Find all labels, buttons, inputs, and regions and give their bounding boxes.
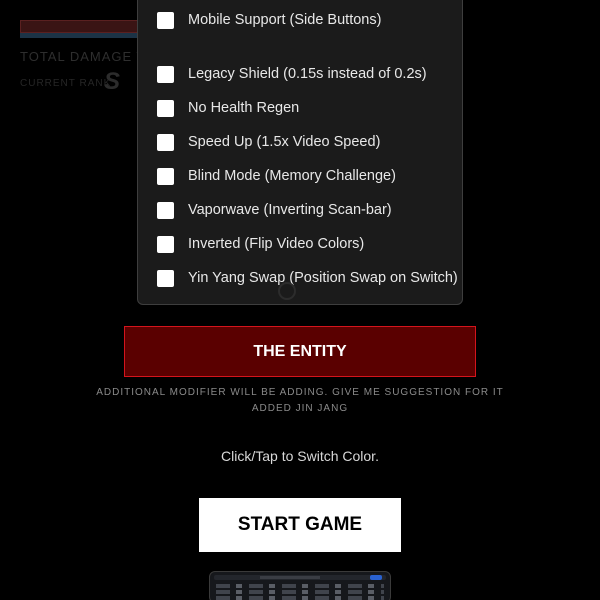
vaporwave-checkbox[interactable] bbox=[157, 201, 174, 219]
yin-yang-swap-checkbox[interactable] bbox=[157, 269, 174, 287]
loading-spinner-icon bbox=[278, 282, 296, 300]
modifier-no-health-regen[interactable]: No Health Regen bbox=[157, 97, 299, 119]
mobile-support-checkbox[interactable] bbox=[157, 11, 174, 29]
preview-content-row bbox=[216, 596, 384, 600]
video-preview-thumbnail[interactable] bbox=[209, 571, 391, 600]
modifier-label: Legacy Shield (0.15s instead of 0.2s) bbox=[188, 66, 427, 82]
modifier-vaporwave[interactable]: Vaporwave (Inverting Scan-bar) bbox=[157, 199, 392, 221]
modifier-speed-up[interactable]: Speed Up (1.5x Video Speed) bbox=[157, 131, 380, 153]
blind-mode-checkbox[interactable] bbox=[157, 167, 174, 185]
modifier-label: Yin Yang Swap (Position Swap on Switch) bbox=[188, 270, 458, 286]
preview-button bbox=[370, 575, 382, 580]
speed-up-checkbox[interactable] bbox=[157, 133, 174, 151]
rank-value: S bbox=[104, 68, 121, 95]
modifier-legacy-shield[interactable]: Legacy Shield (0.15s instead of 0.2s) bbox=[157, 63, 427, 85]
the-entity-button[interactable]: THE ENTITY bbox=[124, 326, 476, 377]
modifier-label: Mobile Support (Side Buttons) bbox=[188, 12, 382, 28]
update-note: ADDED JIN JANG bbox=[251, 403, 349, 414]
preview-search-bar bbox=[260, 576, 320, 579]
modifier-inverted[interactable]: Inverted (Flip Video Colors) bbox=[157, 233, 364, 255]
inverted-checkbox[interactable] bbox=[157, 235, 174, 253]
modifier-label: Speed Up (1.5x Video Speed) bbox=[188, 134, 381, 150]
start-game-button[interactable]: START GAME bbox=[199, 498, 401, 552]
no-health-regen-checkbox[interactable] bbox=[157, 99, 174, 117]
modifier-blind-mode[interactable]: Blind Mode (Memory Challenge) bbox=[157, 165, 396, 187]
legacy-shield-checkbox[interactable] bbox=[157, 65, 174, 83]
modifier-label: Inverted (Flip Video Colors) bbox=[188, 236, 365, 252]
modifier-yin-yang-swap[interactable]: Yin Yang Swap (Position Swap on Switch) bbox=[157, 267, 458, 289]
modifier-label: Vaporwave (Inverting Scan-bar) bbox=[188, 202, 392, 218]
preview-content-row bbox=[216, 590, 384, 594]
switch-color-hint[interactable]: Click/Tap to Switch Color. bbox=[0, 448, 600, 464]
preview-content-row bbox=[216, 584, 384, 588]
modifier-mobile-support[interactable]: Mobile Support (Side Buttons) bbox=[157, 9, 381, 31]
modifier-note: ADDITIONAL MODIFIER WILL BE ADDING. GIVE… bbox=[96, 387, 504, 398]
modifier-label: No Health Regen bbox=[188, 100, 300, 116]
rank-label: CURRENT RANK bbox=[20, 78, 112, 89]
modifier-label: Blind Mode (Memory Challenge) bbox=[188, 168, 396, 184]
game-screen: TOTAL DAMAGE TAKEN: 0 CURRENT RANK S Mob… bbox=[0, 0, 600, 600]
